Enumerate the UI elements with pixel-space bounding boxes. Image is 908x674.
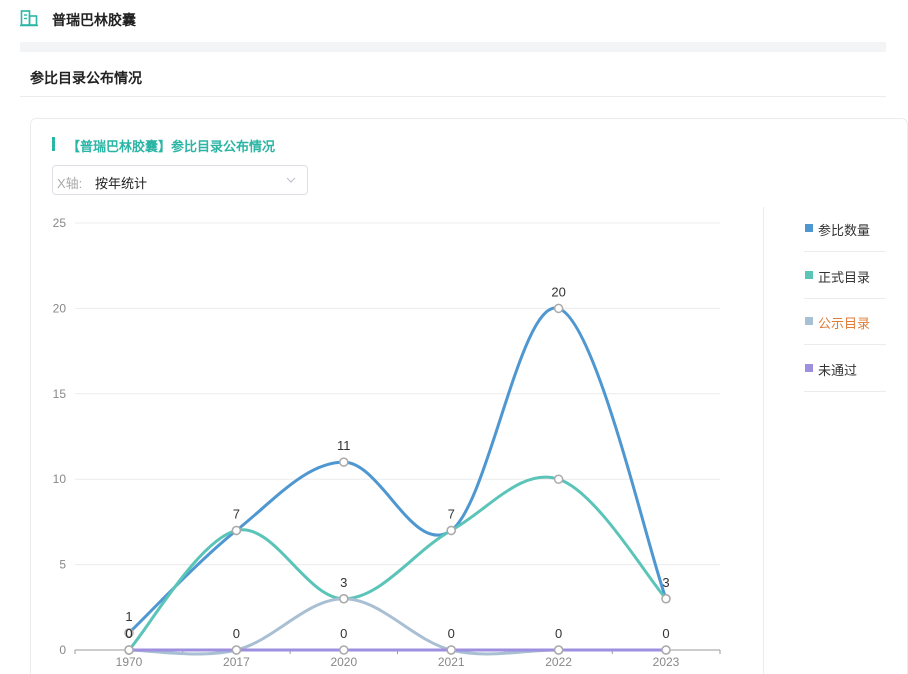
- x-tick-label: 2021: [438, 655, 465, 669]
- data-label: 0: [233, 626, 240, 641]
- x-tick-label: 1970: [116, 655, 143, 669]
- data-point: [339, 457, 349, 467]
- line-chart: 0 5 10 15 20 25 1970 2017 2020 2021 2022 2023 1 7 11 7 2…: [53, 216, 721, 669]
- data-label: 3: [662, 575, 669, 590]
- x-tick-label: 2017: [223, 655, 250, 669]
- series-line-1: [127, 475, 668, 652]
- data-point: [553, 303, 564, 314]
- data-label: 0: [448, 626, 455, 641]
- data-point: [231, 645, 242, 655]
- data-label: 20: [551, 284, 565, 299]
- y-tick-label: 15: [53, 387, 67, 401]
- x-tick-label: 2023: [653, 655, 680, 669]
- series-line-2: [127, 597, 668, 656]
- data-label: 0: [555, 626, 562, 641]
- data-label: 7: [233, 506, 240, 521]
- data-label: 1: [125, 609, 132, 624]
- data-label: 0: [662, 626, 669, 641]
- data-point: [553, 645, 564, 655]
- data-point: [124, 645, 134, 655]
- data-point: [339, 645, 349, 655]
- x-tick-label: 2020: [330, 655, 357, 669]
- series-line-0: [127, 306, 668, 635]
- x-tick-label: 2022: [545, 655, 572, 669]
- data-label: 0: [340, 626, 347, 641]
- data-point: [661, 645, 671, 655]
- y-tick-label: 0: [59, 643, 66, 657]
- data-label: 0: [125, 626, 132, 641]
- data-point: [446, 525, 456, 536]
- y-tick-label: 10: [53, 472, 67, 486]
- y-tick-label: 20: [53, 301, 67, 315]
- data-label: 3: [340, 575, 347, 590]
- data-point: [339, 594, 349, 604]
- data-point: [553, 474, 564, 484]
- data-point: [231, 525, 242, 536]
- y-tick-label: 5: [59, 558, 66, 572]
- data-point: [446, 645, 456, 655]
- data-point: [661, 594, 671, 604]
- y-tick-label: 25: [53, 216, 67, 230]
- data-label: 11: [337, 438, 351, 453]
- data-label: 7: [448, 506, 455, 521]
